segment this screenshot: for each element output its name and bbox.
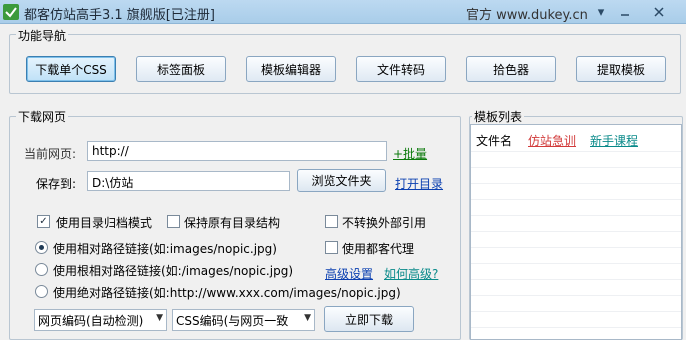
chevron-down-icon: ▼ (156, 313, 163, 323)
no-convert-external-checkbox[interactable] (325, 215, 338, 228)
css-encoding-select[interactable]: CSS编码(与网页一致 ▼ (172, 309, 315, 331)
open-directory-link[interactable]: 打开目录 (395, 175, 443, 192)
keep-structure-label: 保持原有目录结构 (184, 216, 281, 230)
download-css-button[interactable]: 下载单个CSS (26, 56, 116, 82)
absolute-path-radio[interactable] (35, 285, 48, 298)
advanced-settings-link[interactable]: 高级设置 (325, 265, 373, 282)
download-now-button[interactable]: 立即下载 (324, 306, 414, 332)
imitation-training-link[interactable]: 仿站急训 (528, 132, 576, 149)
minimize-icon[interactable] (616, 3, 634, 21)
dir-archive-checkbox[interactable]: ✓ (37, 215, 50, 228)
root-relative-path-label: 使用根相对路径链接(如:/images/nopic.jpg) (53, 264, 294, 278)
download-page-legend: 下载网页 (16, 108, 69, 125)
dropdown-icon[interactable]: ▾ (592, 3, 610, 21)
window-title: 都客仿站高手3.1 旗舰版[已注册] (24, 8, 215, 23)
save-to-label: 保存到: (36, 177, 77, 191)
current-page-input[interactable]: http:// (87, 141, 387, 161)
template-list-panel[interactable] (470, 124, 682, 340)
keep-structure-checkbox[interactable] (167, 215, 180, 228)
page-encoding-value: 网页编码(自动检测) (38, 313, 144, 328)
no-convert-external-label: 不转换外部引用 (342, 216, 427, 230)
use-proxy-checkbox[interactable] (325, 241, 338, 254)
filename-column-header: 文件名 (476, 134, 513, 148)
app-icon (3, 4, 19, 20)
template-list-legend: 模板列表 (472, 108, 525, 125)
function-nav-legend: 功能导航 (16, 27, 69, 44)
page-encoding-select[interactable]: 网页编码(自动检测) ▼ (34, 309, 167, 331)
root-relative-path-radio[interactable] (35, 263, 48, 276)
use-proxy-label: 使用都客代理 (342, 242, 415, 256)
official-site-text[interactable]: 官方 www.dukey.cn (466, 4, 588, 23)
close-icon[interactable] (650, 3, 668, 21)
current-page-label: 当前网页: (24, 147, 77, 161)
browse-folder-button[interactable]: 浏览文件夹 (297, 169, 386, 192)
template-editor-button[interactable]: 模板编辑器 (246, 56, 336, 82)
dir-archive-label: 使用目录归档模式 (56, 216, 153, 230)
absolute-path-label: 使用绝对路径链接(如:http://www.xxx.com/images/nop… (53, 286, 401, 300)
css-encoding-value: CSS编码(与网页一致 (176, 313, 289, 328)
batch-link[interactable]: +批量 (393, 145, 427, 162)
extract-template-button[interactable]: 提取模板 (576, 56, 666, 82)
color-picker-button[interactable]: 拾色器 (466, 56, 556, 82)
relative-path-radio[interactable] (35, 241, 48, 254)
how-advanced-link[interactable]: 如何高级? (384, 265, 438, 282)
chevron-down-icon: ▼ (304, 313, 311, 323)
tag-panel-button[interactable]: 标签面板 (136, 56, 226, 82)
relative-path-label: 使用相对路径链接(如:images/nopic.jpg) (53, 242, 277, 256)
beginner-course-link[interactable]: 新手课程 (590, 132, 638, 149)
save-to-input[interactable]: D:\仿站 (87, 171, 290, 191)
file-transcode-button[interactable]: 文件转码 (356, 56, 446, 82)
